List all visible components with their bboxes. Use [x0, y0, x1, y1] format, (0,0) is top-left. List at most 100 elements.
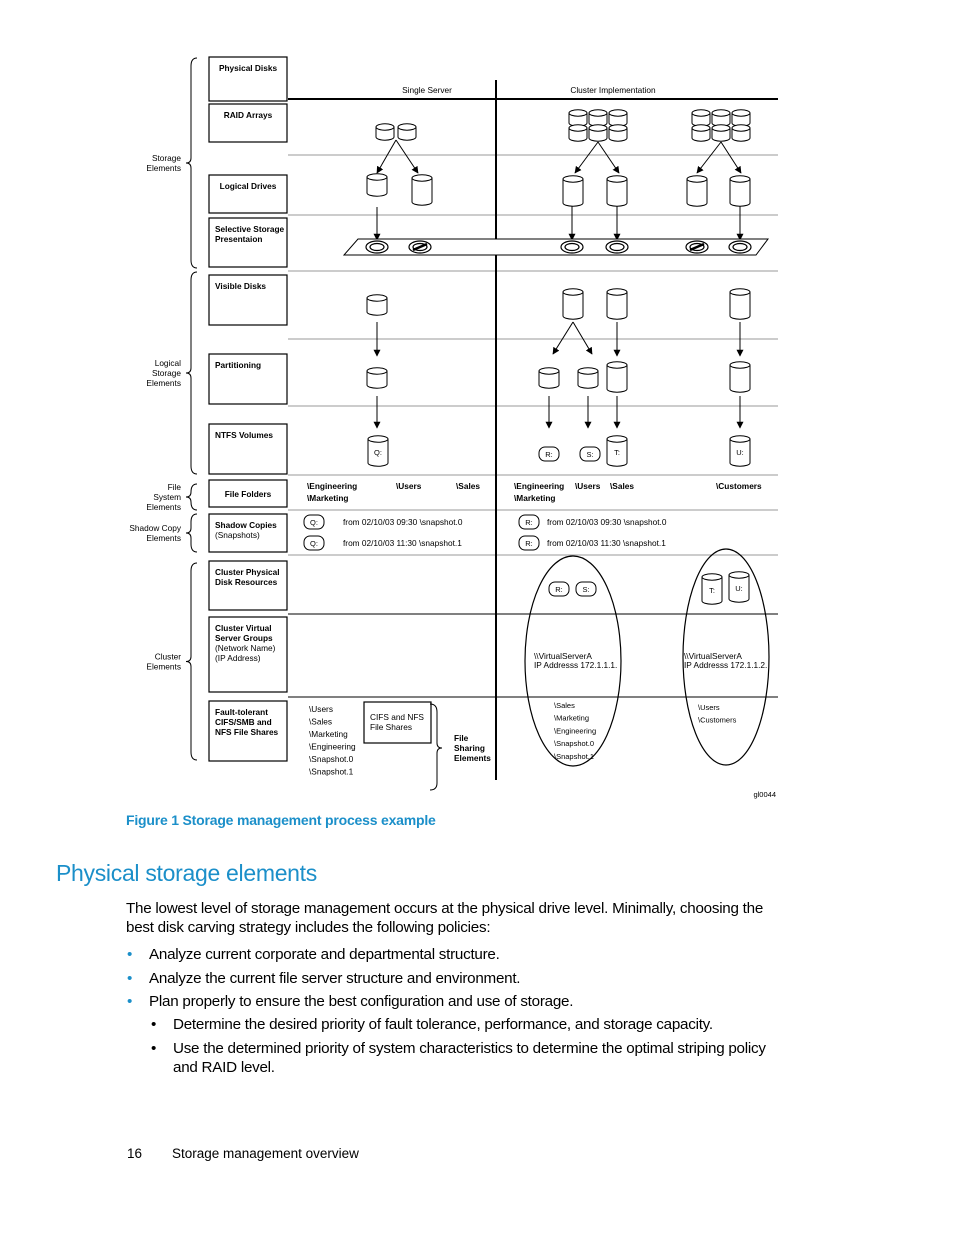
partition-icon: [538, 367, 560, 389]
visible-disk-icon: [729, 288, 751, 320]
folder-label: \Engineering: [514, 481, 564, 491]
sub-policy-list: • Determine the desired priority of fault…: [149, 1015, 789, 1081]
snapshot-label: from 02/10/03 09:30 \snapshot.0: [547, 517, 667, 527]
footer-chapter: Storage management overview: [172, 1146, 359, 1161]
snapshot-disk-icon: R:: [538, 446, 560, 462]
stage-box-sublabel: (Snapshots): [215, 530, 260, 540]
volume-label: U:: [736, 448, 744, 457]
disk-body: [397, 123, 417, 141]
disk-body: [562, 288, 584, 320]
disk-body: [375, 123, 395, 141]
disk-body: [562, 175, 584, 207]
stage-box-label: Shadow Copies: [215, 520, 277, 530]
physical-disk-icon: [711, 124, 731, 142]
policy-item: • Analyze the current file server structu…: [127, 969, 521, 987]
disk-body: [711, 124, 731, 142]
folder-label: \Marketing: [514, 493, 556, 503]
sub-policy-item: • Determine the desired priority of fault…: [151, 1016, 713, 1033]
bracket-label: Elements: [454, 753, 491, 763]
disk-body: [366, 294, 388, 316]
stage-box-label: Cluster Physical: [215, 567, 280, 577]
volume-label: T:: [709, 586, 715, 595]
ntfs-volume-icon: U:: [729, 435, 751, 467]
disk-body: [568, 109, 588, 127]
volume-label: S:: [582, 585, 589, 594]
partition-icon: [366, 367, 388, 389]
stage-box-sublabel: (IP Address): [215, 653, 261, 663]
column-header-single: Single Server: [402, 85, 452, 95]
logical-drive-icon: [606, 175, 628, 207]
share-label: \Sales: [309, 717, 332, 727]
stage-box-label: Fault-tolerant: [215, 707, 268, 717]
bracket-label: Elements: [146, 378, 181, 388]
bracket-label: Cluster: [155, 652, 182, 662]
folder-label: \Sales: [610, 481, 634, 491]
arrow-icon: [720, 141, 742, 174]
disk-body: [568, 124, 588, 142]
share-label: \Engineering: [554, 726, 596, 735]
policy-item: • Analyze current corporate and departmen…: [127, 946, 500, 963]
snapshot-disk-icon: R:: [548, 581, 570, 597]
bracket-cluster: [185, 562, 198, 761]
disk-body: [711, 109, 731, 127]
arrow-icon: [572, 321, 593, 355]
port-ring: [609, 242, 625, 252]
bracket-label: System: [153, 492, 181, 502]
stage-box-label: Presentaion: [215, 234, 263, 244]
stage-box-sublabel: (Network Name): [215, 643, 276, 653]
snapshot-disk-icon: Q:: [303, 514, 325, 530]
physical-disk-icon: [588, 109, 608, 127]
volume-label: R:: [525, 518, 533, 527]
share-label: \Customers: [698, 716, 737, 725]
disk-body: [366, 173, 388, 197]
share-label: \Snapshot.0: [309, 754, 354, 764]
stage-box-label: Selective Storage: [215, 224, 285, 234]
physical-disk-icon: [568, 124, 588, 142]
volume-label: Q:: [310, 539, 318, 548]
blocked-port-icon: [685, 240, 709, 254]
partition-icon: [729, 361, 751, 393]
folder-label: \Marketing: [307, 493, 349, 503]
blocked-port-icon: [408, 240, 432, 254]
arrow-icon: [574, 141, 599, 174]
physical-disk-icon: [711, 109, 731, 127]
figure-caption: Figure 1 Storage management process exam…: [126, 812, 436, 828]
volume-label: R:: [545, 450, 553, 459]
physical-disk-icon: [731, 109, 751, 127]
port-icon: [605, 240, 629, 254]
port-ring: [369, 242, 385, 252]
share-label: \Snapshot.1: [309, 767, 354, 777]
bullet-icon: •: [127, 969, 133, 987]
share-label: \Users: [309, 704, 333, 714]
folder-label: \Customers: [716, 481, 762, 491]
arrow-icon: [597, 141, 620, 174]
bracket-label: File: [454, 733, 469, 743]
cifs-box-label: File Shares: [370, 722, 412, 732]
bracket-label: Storage: [152, 368, 181, 378]
disk-body: [588, 124, 608, 142]
port-ring: [732, 242, 748, 252]
disk-body: [608, 124, 628, 142]
volume-label: R:: [525, 539, 533, 548]
section-heading: Physical storage elements: [56, 860, 317, 886]
stage-box-label: Disk Resources: [215, 577, 278, 587]
disk-body: [729, 288, 751, 320]
disk-body: [411, 174, 433, 206]
bracket-label: Storage: [152, 153, 181, 163]
disk-body: [606, 288, 628, 320]
disk-body: [577, 367, 599, 389]
disk-body: [606, 175, 628, 207]
share-label: \Marketing: [309, 729, 348, 739]
physical-disk-icon: [691, 124, 711, 142]
share-label: \Snapshot.0: [554, 739, 594, 748]
share-label: \Users: [698, 703, 720, 712]
disk-body: [729, 175, 751, 207]
virtual-server-ip: IP Addresss 172.1.1.2.: [684, 660, 767, 670]
disk-body: [691, 124, 711, 142]
bracket-label: Elements: [146, 502, 181, 512]
stage-box-label: Visible Disks: [215, 281, 266, 291]
physical-disk-icon: [608, 124, 628, 142]
bracket-storage: [185, 57, 198, 269]
port-icon: [560, 240, 584, 254]
stage-box-label: NTFS Volumes: [215, 430, 273, 440]
